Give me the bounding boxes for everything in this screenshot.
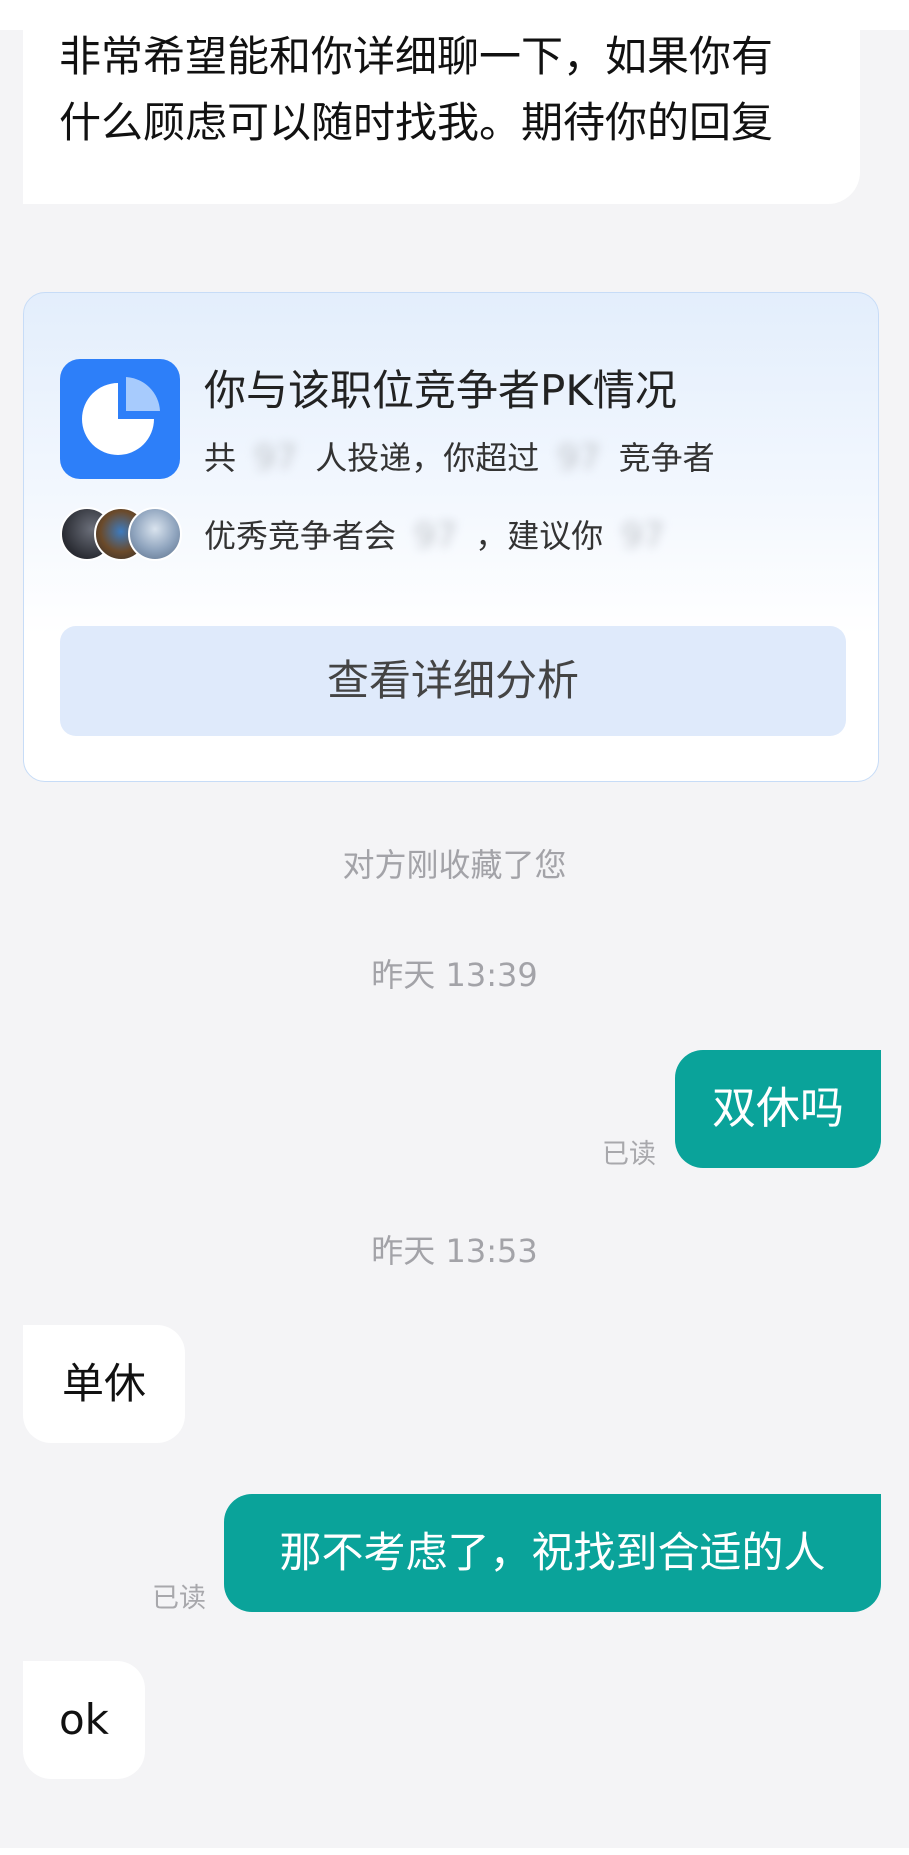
pk-text: 竞争者	[618, 439, 715, 477]
message-text-line: 什么顾虑可以随时找我。期待你的回复	[59, 98, 774, 147]
pk-applicants-line: 共 97 人投递，你超过 97 竞争者	[204, 433, 715, 479]
pk-card-title: 你与该职位竞争者PK情况	[204, 366, 677, 415]
blurred-value: 97	[414, 516, 458, 556]
message-bubble-received[interactable]: ok	[23, 1661, 145, 1779]
read-receipt: 已读	[602, 1139, 656, 1170]
timestamp: 昨天 13:53	[371, 1232, 538, 1270]
competitor-pk-card[interactable]: 你与该职位竞争者PK情况 共 97 人投递，你超过 97 竞争者 优秀竞争者会 97 ，建议…	[23, 292, 879, 782]
avatar	[128, 507, 182, 561]
pk-text: 人投递，你超过	[315, 439, 540, 477]
pk-text: 共	[204, 439, 237, 477]
message-bubble-sent[interactable]: 双休吗	[675, 1050, 881, 1168]
pk-text: ，建议你	[475, 517, 604, 555]
pie-chart-icon	[60, 359, 180, 479]
competitor-avatars	[60, 507, 190, 563]
read-receipt: 已读	[152, 1583, 206, 1614]
bottom-edge	[0, 1848, 909, 1855]
pk-suggestion-line: 优秀竞争者会 97 ，建议你 97	[204, 511, 683, 557]
timestamp: 昨天 13:39	[371, 956, 538, 994]
view-detailed-analysis-button[interactable]: 查看详细分析	[60, 626, 846, 736]
blurred-value: 97	[254, 438, 298, 478]
message-bubble-sent[interactable]: 那不考虑了，祝找到合适的人	[224, 1494, 881, 1612]
blurred-value: 97	[557, 438, 601, 478]
message-text-line: 非常希望能和你详细聊一下，如果你有	[59, 32, 774, 81]
message-bubble-received[interactable]: 非常希望能和你详细聊一下，如果你有 什么顾虑可以随时找我。期待你的回复	[23, 0, 860, 204]
blurred-value: 97	[621, 516, 665, 556]
pk-text: 优秀竞争者会	[204, 517, 397, 555]
message-bubble-received[interactable]: 单休	[23, 1325, 185, 1443]
favorited-notice: 对方刚收藏了您	[342, 846, 567, 884]
